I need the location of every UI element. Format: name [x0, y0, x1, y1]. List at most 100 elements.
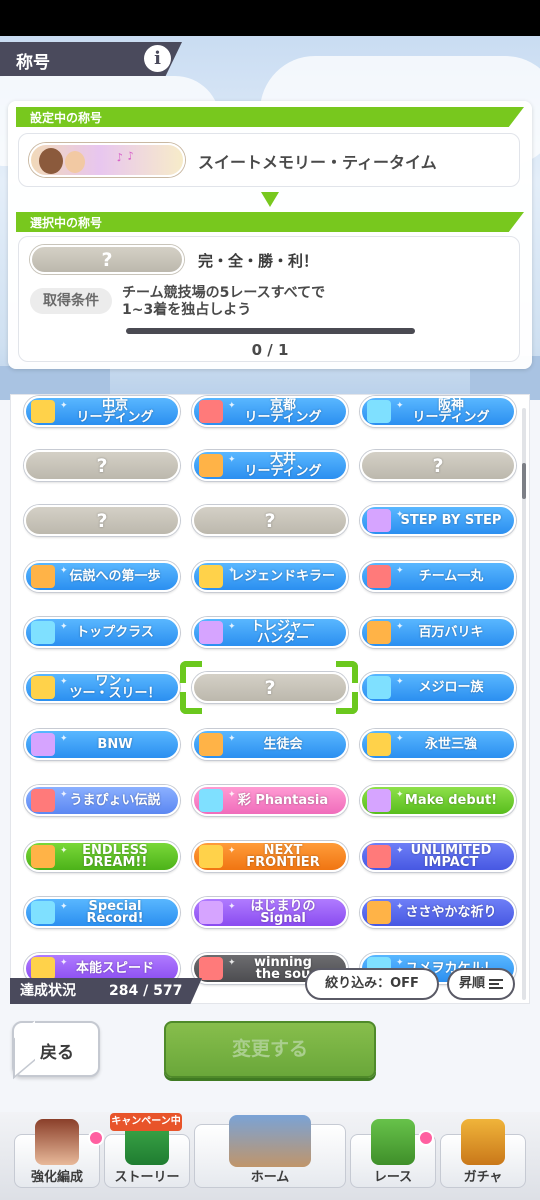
title-emblem-icon: [199, 845, 223, 868]
title-emblem-icon: [367, 509, 391, 532]
change-button[interactable]: 変更する: [164, 1021, 376, 1078]
sort-icon: [489, 979, 503, 989]
campaign-badge: キャンペーン中: [110, 1113, 182, 1131]
race-gate-icon: [371, 1119, 415, 1165]
achievement-status: 達成状況 284 / 577: [10, 978, 202, 1004]
title-tile[interactable]: ✦ 中京 リーディング: [24, 396, 180, 427]
title-tile[interactable]: ✦ うまぴょい伝説: [24, 785, 180, 816]
title-tile-label: 中京 リーディング: [76, 397, 154, 425]
current-title-image: ♪ ♪: [29, 143, 185, 177]
title-tile-label: ENDLESS DREAM!!: [82, 842, 148, 870]
back-button[interactable]: 戻る: [12, 1021, 100, 1077]
title-tile-label: ワン・ ツー・スリー！: [69, 673, 161, 701]
title-tile[interactable]: ✦ 京都 リーディング: [192, 396, 348, 427]
title-tile-label: ?: [96, 454, 108, 477]
title-tile[interactable]: ✦ レジェンドキラー: [192, 561, 348, 592]
nav-story[interactable]: ストーリー: [104, 1119, 190, 1188]
title-tile[interactable]: ✦ 百万バリキ: [360, 617, 516, 648]
title-tile[interactable]: ✦ 生徒会: [192, 729, 348, 760]
title-emblem-icon: [367, 676, 391, 699]
title-tile-label: NEXT FRONTIER: [246, 842, 320, 870]
title-tile-locked[interactable]: ?: [192, 505, 348, 536]
title-tile[interactable]: ✦ 大井 リーディング: [192, 450, 348, 481]
title-tile[interactable]: ✦ はじまりの Signal: [192, 897, 348, 928]
title-tile[interactable]: ✦ ENDLESS DREAM!!: [24, 841, 180, 872]
progress-text: 0 / 1: [251, 341, 289, 359]
title-tile[interactable]: ✦ 伝説への第一歩: [24, 561, 180, 592]
title-emblem-icon: [31, 845, 55, 868]
title-emblem-icon: [199, 733, 223, 756]
title-tile[interactable]: ✦ 阪神 リーディング: [360, 396, 516, 427]
title-tile-label: 生徒会: [263, 736, 303, 752]
title-tile-label: ?: [264, 509, 276, 532]
achievement-value: 284 / 577: [109, 983, 183, 999]
filter-button[interactable]: 絞り込み：OFF: [305, 968, 439, 1000]
selected-title-header: 選択中の称号: [16, 212, 524, 232]
title-emblem-icon: [199, 400, 223, 423]
title-emblem-icon: [31, 789, 55, 812]
title-emblem-icon: [367, 565, 391, 588]
title-emblem-icon: [31, 676, 55, 699]
title-tile[interactable]: ✦ Special Record!: [24, 897, 180, 928]
title-tile[interactable]: ✦ トレジャー ハンター: [192, 617, 348, 648]
condition-text: チーム競技場の5レースすべてで 1~3着を独占しよう: [122, 285, 326, 318]
nav-gacha[interactable]: ガチャ: [440, 1119, 526, 1188]
notification-dot: [88, 1130, 104, 1146]
title-emblem-icon: [31, 565, 55, 588]
title-tile-label: はじまりの Signal: [250, 898, 316, 926]
title-tile-label: ささやかな祈り: [405, 904, 497, 920]
title-tile-label: BNW: [97, 736, 133, 752]
title-emblem-icon: [199, 565, 223, 588]
title-tile[interactable]: ✦ 永世三強: [360, 729, 516, 760]
title-emblem-icon: [367, 845, 391, 868]
title-tile[interactable]: ✦ BNW: [24, 729, 180, 760]
title-emblem-icon: [199, 957, 223, 980]
title-tile-label: 阪神 リーディング: [412, 397, 490, 425]
info-icon[interactable]: i: [144, 45, 171, 72]
title-tile-locked[interactable]: ?: [24, 450, 180, 481]
title-tile[interactable]: ✦ NEXT FRONTIER: [192, 841, 348, 872]
condition-label: 取得条件: [30, 288, 112, 314]
title-tile-label: レジェンドキラー: [230, 568, 335, 584]
title-tile-label: Special Record!: [86, 898, 144, 926]
title-emblem-icon: [31, 621, 55, 644]
title-tile[interactable]: ✦ ささやかな祈り: [360, 897, 516, 928]
title-emblem-icon: [199, 621, 223, 644]
title-tile-label: 伝説への第一歩: [69, 568, 161, 584]
title-tile-locked[interactable]: ?: [360, 450, 516, 481]
title-tile[interactable]: ✦ 彩 Phantasia: [192, 785, 348, 816]
selection-frame: [180, 661, 358, 714]
title-emblem-icon: [367, 789, 391, 812]
title-emblem-icon: [367, 733, 391, 756]
scroll-thumb[interactable]: [522, 463, 526, 499]
arrow-down-icon: [261, 192, 279, 207]
title-tile-label: 本能スピード: [75, 960, 154, 976]
title-tile[interactable]: ✦ Make debut!: [360, 785, 516, 816]
title-tile[interactable]: ✦ UNLIMITED IMPACT: [360, 841, 516, 872]
title-emblem-icon: [199, 901, 223, 924]
title-tile-label: 京都 リーディング: [244, 397, 322, 425]
list-scrollbar[interactable]: [522, 408, 526, 1000]
nav-enhance[interactable]: 強化編成: [14, 1119, 100, 1188]
current-title-name: スイートメモリー・ティータイム: [198, 153, 437, 172]
character-avatar-icon: [35, 1119, 79, 1165]
title-tile[interactable]: ✦ トップクラス: [24, 617, 180, 648]
title-emblem-icon: [199, 454, 223, 477]
title-tile-label: ?: [96, 509, 108, 532]
title-tile-label: 永世三強: [424, 736, 477, 752]
title-emblem-icon: [31, 901, 55, 924]
title-tile[interactable]: ✦ メジロー族: [360, 672, 516, 703]
title-tile-locked[interactable]: ?: [24, 505, 180, 536]
title-emblem-icon: [367, 400, 391, 423]
title-tile[interactable]: ✦ ワン・ ツー・スリー！: [24, 672, 180, 703]
title-tile[interactable]: ✦ チーム一丸: [360, 561, 516, 592]
nav-home[interactable]: ホーム: [194, 1115, 346, 1188]
title-tile[interactable]: ✦ STEP BY STEP: [360, 505, 516, 536]
notification-dot: [418, 1130, 434, 1146]
title-tile-label: うまぴょい伝説: [69, 792, 161, 808]
title-tile-label: トレジャー ハンター: [250, 618, 316, 646]
title-emblem-icon: [31, 400, 55, 423]
title-tile-label: UNLIMITED IMPACT: [410, 842, 492, 870]
sort-button[interactable]: 昇順: [447, 968, 515, 1000]
title-tile-label: ?: [432, 454, 444, 477]
